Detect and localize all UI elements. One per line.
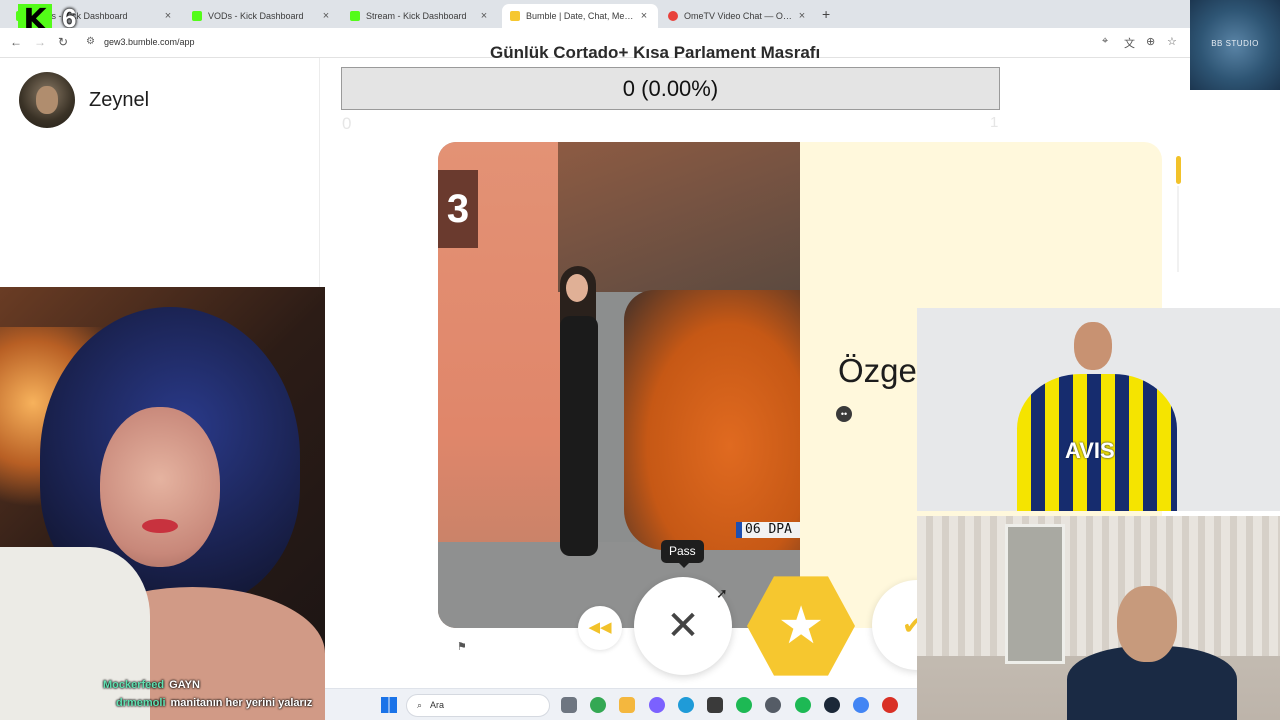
copilot-icon[interactable] <box>648 697 665 713</box>
profile-name: Özge <box>838 352 917 389</box>
star-icon: ★ <box>777 597 825 655</box>
person <box>538 266 618 596</box>
mouse-cursor-icon: ➚ <box>716 585 728 601</box>
steam-icon[interactable] <box>823 697 840 713</box>
counter-bar: 0 (0.00%) <box>341 67 1000 110</box>
file-explorer-icon[interactable] <box>619 697 636 713</box>
bumble-favicon-icon <box>510 11 520 21</box>
task-view-icon[interactable] <box>561 697 577 713</box>
scale-max: 1 <box>990 114 999 131</box>
profile-photo[interactable]: 3 06 DPA <box>438 142 800 628</box>
search-placeholder: Ara <box>430 700 445 710</box>
close-icon[interactable]: × <box>796 10 808 22</box>
chat-username: Mockerfeed <box>103 679 165 691</box>
tab-strip: VODs - Kick Dashboard × VODs - Kick Dash… <box>0 0 1280 28</box>
license-plate: 06 DPA <box>736 522 800 538</box>
close-icon[interactable]: × <box>320 10 332 22</box>
rewind-button[interactable]: ◀◀ <box>578 606 622 650</box>
parking-sign: 3 <box>438 170 478 248</box>
tab-ometv[interactable]: OmeTV Video Chat — Omegle × <box>660 4 816 28</box>
user-name[interactable]: Zeynel <box>89 89 149 112</box>
record-icon[interactable] <box>882 697 899 713</box>
spotify-icon[interactable] <box>736 697 753 713</box>
studio-logo: BB STUDIO <box>1190 0 1280 90</box>
close-icon[interactable]: × <box>478 10 490 22</box>
overlay-title: Günlük Cortado+ Kısa Parlament Masrafı <box>490 43 821 62</box>
site-info-icon[interactable]: ⚙ <box>86 36 95 47</box>
spotify-alt-icon[interactable] <box>794 697 811 713</box>
avatar[interactable] <box>19 72 75 128</box>
taskbar-search[interactable]: ⌕ Ara <box>406 694 550 717</box>
close-icon[interactable]: × <box>162 10 174 22</box>
search-icon: ⌕ <box>417 700 423 710</box>
bookmark-star-icon[interactable]: ☆ <box>1167 35 1177 48</box>
webcam-right-top: AVIS <box>917 308 1280 511</box>
taskbar: ⌕ Ara <box>325 688 917 720</box>
pass-tooltip: Pass <box>661 540 704 568</box>
report-flag-icon[interactable]: ⚑ <box>457 640 467 653</box>
chat-text: GAYN <box>169 679 200 691</box>
kick-favicon-icon <box>192 11 202 21</box>
close-icon: ✕ <box>666 604 700 648</box>
tab-title: Bumble | Date, Chat, Meet New <box>526 11 638 21</box>
edge-icon[interactable] <box>677 697 694 713</box>
counter-value: 0 (0.00%) <box>622 75 719 101</box>
emoji-icon: •• <box>836 406 852 422</box>
tab-bumble[interactable]: Bumble | Date, Chat, Meet New × <box>502 4 658 28</box>
kick-favicon-icon <box>350 11 360 21</box>
chat-message: Mockerfeed GAYN <box>103 679 200 691</box>
close-icon[interactable]: × <box>638 10 650 22</box>
new-tab-button[interactable]: + <box>822 6 830 22</box>
chat-message: drmemoli manitanın her yerini yalarız <box>116 697 312 709</box>
webcam-right-bottom <box>917 516 1280 720</box>
car <box>624 290 800 550</box>
chrome-active-icon[interactable] <box>853 697 869 713</box>
tab-title: VODs - Kick Dashboard <box>208 11 304 21</box>
scrollbar-track[interactable] <box>1177 186 1179 272</box>
scale-min: 0 <box>342 114 352 133</box>
chrome-icon[interactable] <box>590 697 607 713</box>
zoom-icon[interactable]: ⊕ <box>1146 35 1155 48</box>
jersey-text: AVIS <box>1065 438 1115 463</box>
ometv-favicon-icon <box>668 11 678 21</box>
translate-icon[interactable]: 文 <box>1124 35 1135 51</box>
tab-vods-2[interactable]: VODs - Kick Dashboard × <box>184 4 340 28</box>
store-icon[interactable] <box>707 697 723 713</box>
tab-title: Stream - Kick Dashboard <box>366 11 467 21</box>
url-field[interactable]: gew3.bumble.com/app <box>104 37 195 47</box>
scrollbar-thumb[interactable] <box>1176 156 1181 184</box>
tab-title: OmeTV Video Chat — Omegle <box>684 11 796 21</box>
location-icon[interactable]: ⌖ <box>1102 35 1108 48</box>
steam-chat-icon[interactable] <box>765 697 782 713</box>
back-arrow-icon[interactable]: ← <box>10 35 22 49</box>
windows-start-icon[interactable] <box>381 697 397 713</box>
reload-icon[interactable]: ↻ <box>58 35 68 49</box>
chat-text: manitanın her yerini yalarız <box>170 697 313 709</box>
forward-arrow-icon[interactable]: → <box>34 35 46 49</box>
tab-stream[interactable]: Stream - Kick Dashboard × <box>342 4 498 28</box>
webcam-left <box>0 287 325 720</box>
rewind-icon: ◀◀ <box>588 619 612 636</box>
chat-username: drmemoli <box>116 697 166 709</box>
